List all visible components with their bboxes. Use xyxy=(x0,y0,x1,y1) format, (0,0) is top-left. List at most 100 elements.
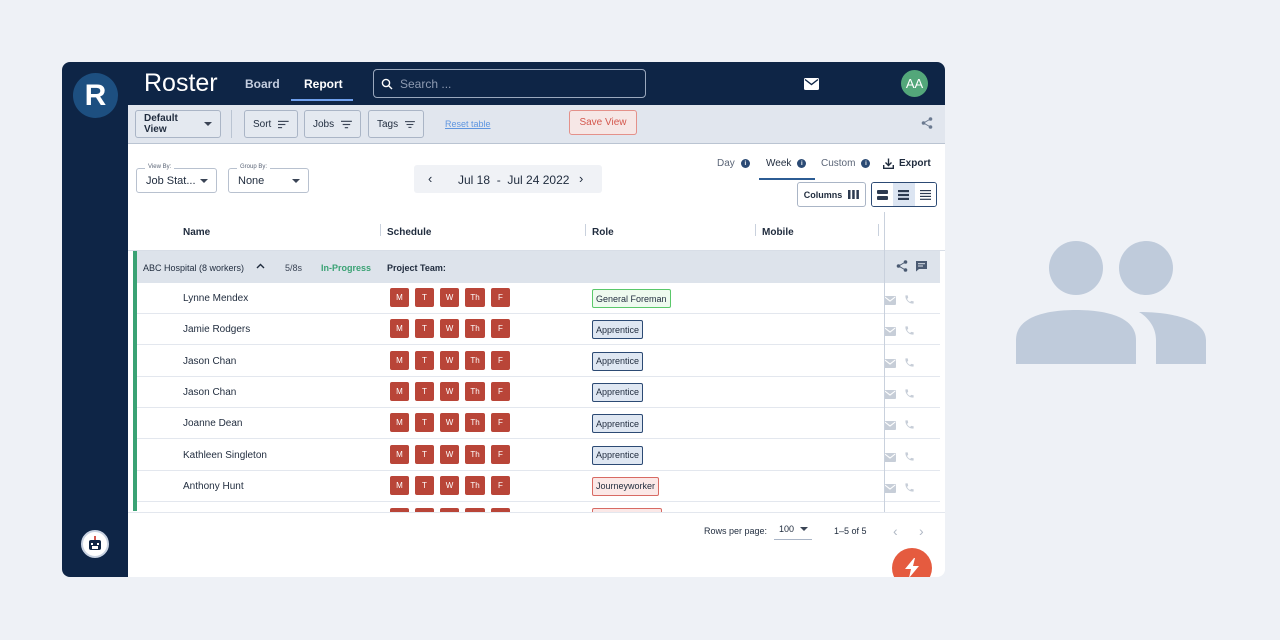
schedule-day-chip[interactable]: M xyxy=(390,475,409,495)
table-row[interactable]: Jamie Rodgers M T W Th F Apprentice xyxy=(137,314,940,346)
email-worker-button[interactable] xyxy=(884,417,896,435)
density-standard-button[interactable] xyxy=(893,183,915,206)
schedule-day-chip[interactable]: W xyxy=(440,413,459,433)
search-box[interactable] xyxy=(373,69,646,98)
share-button[interactable] xyxy=(921,116,933,134)
email-worker-button[interactable] xyxy=(884,480,896,498)
collapse-group-button[interactable] xyxy=(256,261,265,271)
schedule-day-chip[interactable]: F xyxy=(491,288,510,307)
column-header-schedule[interactable]: Schedule xyxy=(387,227,431,238)
tags-filter-button[interactable]: Tags xyxy=(368,110,424,138)
schedule-day-chip[interactable]: F xyxy=(491,413,510,433)
email-worker-button[interactable] xyxy=(884,355,896,373)
schedule-day-chip[interactable]: M xyxy=(390,413,409,433)
jobs-filter-button[interactable]: Jobs xyxy=(304,110,361,138)
call-worker-button[interactable] xyxy=(904,417,915,435)
table-row[interactable]: Anthony Hunt M T W Th F Journeyworker xyxy=(137,471,940,502)
schedule-day-chip[interactable]: T xyxy=(415,288,434,307)
default-view-select[interactable]: Default View xyxy=(135,110,221,138)
schedule-day-chip[interactable]: F xyxy=(491,475,510,495)
schedule-day-chip[interactable]: W xyxy=(440,475,459,495)
reset-table-link[interactable]: Reset table xyxy=(445,119,491,129)
schedule-day-chip[interactable]: M xyxy=(390,444,409,464)
schedule-day-chip[interactable]: W xyxy=(440,444,459,464)
density-comfortable-button[interactable] xyxy=(872,183,894,206)
email-worker-button[interactable] xyxy=(884,449,896,467)
app-logo[interactable]: R xyxy=(73,73,118,118)
search-input[interactable] xyxy=(400,76,630,91)
schedule-day-chip[interactable]: T xyxy=(415,381,434,401)
schedule-day-chip[interactable]: M xyxy=(390,381,409,401)
column-header-mobile[interactable]: Mobile xyxy=(762,227,794,238)
previous-week-button[interactable]: ‹ xyxy=(428,171,432,186)
schedule-day-chip[interactable]: M xyxy=(390,288,409,307)
schedule-day-chip[interactable]: W xyxy=(440,350,459,370)
schedule-day-chip[interactable]: Th xyxy=(465,413,485,433)
table-row[interactable]: Lynne Mendex M T W Th F General Foreman xyxy=(137,283,940,314)
schedule-day-chip[interactable]: T xyxy=(415,319,434,339)
schedule-day-chip[interactable]: M xyxy=(390,319,409,339)
schedule-day-chip[interactable]: Th xyxy=(465,319,485,339)
next-week-button[interactable]: › xyxy=(579,171,583,186)
table-row[interactable]: Kathleen Singleton M T W Th F Apprentice xyxy=(137,440,940,471)
schedule-day-chip[interactable]: W xyxy=(440,288,459,307)
schedule-day-chip[interactable]: Th xyxy=(465,475,485,495)
info-icon[interactable]: i xyxy=(740,159,750,168)
previous-page-button[interactable]: ‹ xyxy=(893,523,898,539)
call-worker-button[interactable] xyxy=(904,480,915,498)
save-view-button[interactable]: Save View xyxy=(569,110,637,135)
rows-per-page-select[interactable]: 100 xyxy=(774,518,812,540)
schedule-day-chip[interactable]: Th xyxy=(465,444,485,464)
table-row[interactable]: Joanne Dean M T W Th F Apprentice xyxy=(137,408,940,440)
call-worker-button[interactable] xyxy=(904,323,915,341)
info-icon[interactable]: i xyxy=(861,159,871,168)
schedule-day-chip[interactable]: F xyxy=(491,444,510,464)
schedule-day-chip[interactable]: F xyxy=(491,319,510,339)
schedule-day-chip[interactable]: Th xyxy=(465,350,485,370)
table-row[interactable]: Jason Chan M T W Th F Apprentice xyxy=(137,377,940,408)
email-worker-button[interactable] xyxy=(884,323,896,341)
schedule-day-chip[interactable]: Th xyxy=(465,381,485,401)
user-avatar[interactable]: AA xyxy=(901,70,928,97)
assistant-avatar[interactable] xyxy=(81,530,109,558)
next-page-button[interactable]: › xyxy=(919,523,924,539)
columns-button[interactable]: Columns xyxy=(797,182,866,207)
tab-week[interactable]: Week i xyxy=(766,158,807,169)
column-separator[interactable] xyxy=(878,224,879,236)
call-worker-button[interactable] xyxy=(904,449,915,467)
group-by-select[interactable]: Group By: None xyxy=(228,164,309,193)
column-separator[interactable] xyxy=(585,224,586,236)
column-header-role[interactable]: Role xyxy=(592,227,614,238)
schedule-day-chip[interactable]: W xyxy=(440,381,459,401)
call-worker-button[interactable] xyxy=(904,355,915,373)
group-row[interactable]: ABC Hospital (8 workers) 5/8s In-Progres… xyxy=(133,251,940,283)
schedule-day-chip[interactable]: T xyxy=(415,475,434,495)
mail-button[interactable] xyxy=(801,74,821,94)
schedule-day-chip[interactable]: T xyxy=(415,350,434,370)
group-share-button[interactable] xyxy=(896,260,908,274)
column-header-name[interactable]: Name xyxy=(183,227,210,238)
schedule-day-chip[interactable]: M xyxy=(390,350,409,370)
column-separator[interactable] xyxy=(380,224,381,236)
email-worker-button[interactable] xyxy=(884,386,896,404)
tab-day[interactable]: Day i xyxy=(717,158,750,169)
schedule-day-chip[interactable]: Th xyxy=(465,288,485,307)
info-icon[interactable]: i xyxy=(797,159,807,168)
schedule-day-chip[interactable]: T xyxy=(415,444,434,464)
tab-board[interactable]: Board xyxy=(245,77,280,91)
export-button[interactable]: Export xyxy=(883,158,931,169)
view-by-select[interactable]: View By: Job Stat... xyxy=(136,164,217,193)
schedule-day-chip[interactable]: W xyxy=(440,319,459,339)
email-worker-button[interactable] xyxy=(884,292,896,310)
schedule-day-chip[interactable]: F xyxy=(491,381,510,401)
tab-custom[interactable]: Custom i xyxy=(821,158,871,169)
column-separator[interactable] xyxy=(755,224,756,236)
schedule-day-chip[interactable]: T xyxy=(415,413,434,433)
call-worker-button[interactable] xyxy=(904,386,915,404)
density-compact-button[interactable] xyxy=(914,183,936,206)
call-worker-button[interactable] xyxy=(904,292,915,310)
group-chat-button[interactable] xyxy=(915,260,928,274)
schedule-day-chip[interactable]: F xyxy=(491,350,510,370)
sort-button[interactable]: Sort xyxy=(244,110,298,138)
tab-report[interactable]: Report xyxy=(304,77,343,91)
